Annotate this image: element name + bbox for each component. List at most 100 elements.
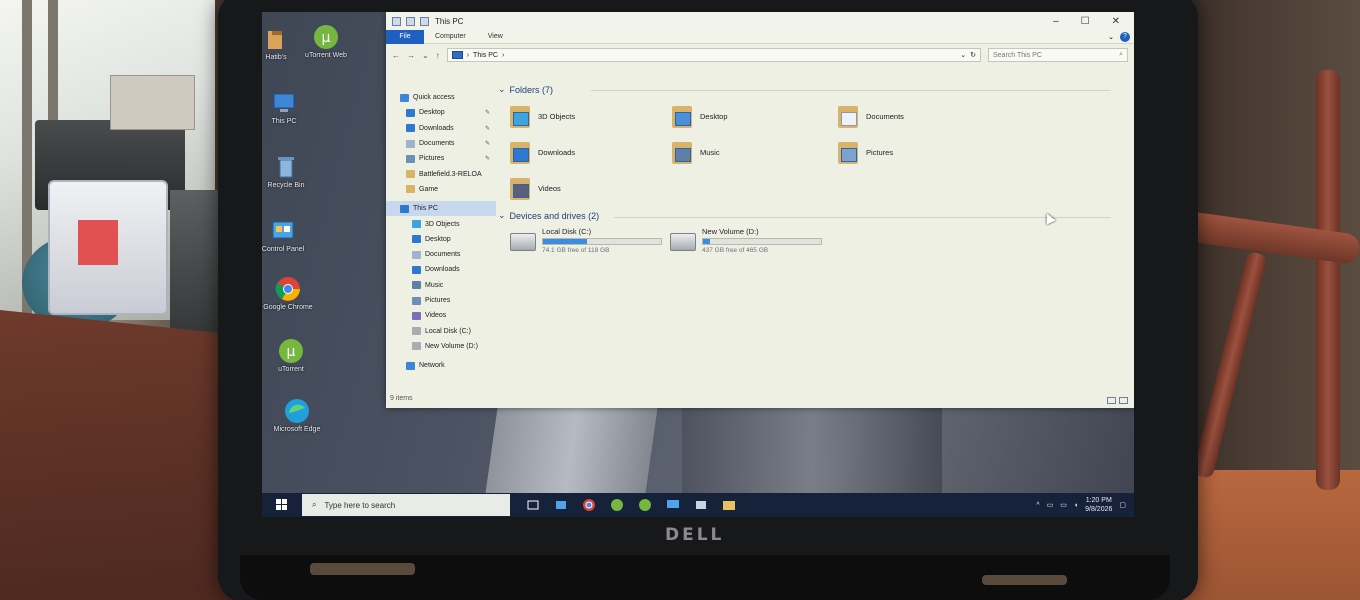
devices-group-header[interactable]: ⌄ Devices and drives (2)	[498, 210, 599, 221]
properties-icon[interactable]	[406, 16, 415, 26]
file-explorer-icon[interactable]	[722, 498, 736, 512]
app-icon[interactable]	[694, 498, 708, 512]
nav-network[interactable]: Network	[386, 358, 496, 373]
desktop-icon-utorrent-web[interactable]: µ uTorrent Web	[296, 24, 356, 60]
search-icon: ⌕	[312, 500, 317, 509]
drive-name: New Volume (D:)	[702, 227, 759, 236]
app-icon[interactable]	[554, 498, 568, 512]
cardboard-box	[110, 75, 195, 130]
nav-label: Local Disk (C:)	[425, 327, 471, 335]
system-tray: ^ ▭ ▭ ◖ 1:20 PM 9/8/2026 ▢	[1036, 496, 1126, 514]
view-switcher	[1107, 397, 1128, 404]
control-panel-icon	[269, 218, 297, 244]
nav-quick-pictures[interactable]: Pictures ✎	[386, 151, 496, 166]
folder-videos[interactable]: Videos	[510, 176, 561, 200]
forward-arrow-icon[interactable]: →	[407, 51, 415, 60]
chevron-down-icon[interactable]: ⌄	[1108, 33, 1114, 41]
details-view-icon[interactable]	[1107, 397, 1116, 404]
new-folder-icon[interactable]	[420, 16, 429, 26]
desktop-icon-edge[interactable]: Microsoft Edge	[272, 398, 322, 434]
folders-group-header[interactable]: ⌄ Folders (7)	[498, 84, 553, 95]
taskbar-search-input[interactable]: ⌕ Type here to search	[302, 494, 510, 516]
task-view-icon[interactable]	[526, 498, 540, 512]
tab-computer[interactable]: Computer	[424, 33, 477, 40]
nav-music[interactable]: Music	[386, 278, 496, 293]
nav-this-pc[interactable]: This PC	[386, 201, 496, 217]
breadcrumb-separator: ›	[501, 51, 505, 59]
search-input[interactable]: Search This PC ⌕	[988, 48, 1128, 62]
nav-downloads[interactable]: Downloads	[386, 262, 496, 277]
nav-quick-desktop[interactable]: Desktop ✎	[386, 105, 496, 120]
folder-music[interactable]: Music	[672, 140, 720, 164]
folder-3d-objects[interactable]: 3D Objects	[510, 104, 575, 128]
nav-new-volume-d[interactable]: New Volume (D:)	[386, 339, 496, 354]
refresh-icon[interactable]: ↻	[970, 51, 976, 59]
chrome-icon[interactable]	[582, 498, 596, 512]
nav-quick-battlefield[interactable]: Battlefield.3-RELOA	[386, 166, 496, 181]
clock-date: 9/8/2026	[1085, 506, 1113, 513]
chrome-icon	[274, 276, 302, 302]
desktop-icon-this-pc[interactable]: This PC	[262, 90, 314, 126]
nav-videos[interactable]: Videos	[386, 308, 496, 323]
maximize-button[interactable]: ☐	[1081, 16, 1090, 27]
drive-d[interactable]: New Volume (D:) 437 GB free of 465 GB	[670, 227, 822, 254]
tab-file[interactable]: File	[386, 29, 424, 44]
folder-documents[interactable]: Documents	[838, 104, 904, 128]
start-button[interactable]	[262, 493, 302, 517]
nav-quick-access[interactable]: Quick access	[386, 90, 496, 105]
chevron-down-icon: ⌄	[498, 210, 506, 220]
notification-icon[interactable]: ▢	[1119, 501, 1126, 509]
nav-3d-objects[interactable]: 3D Objects	[386, 216, 496, 231]
up-arrow-icon[interactable]: ↑	[436, 51, 440, 60]
speaker-icon[interactable]: ◖	[1074, 502, 1078, 509]
network-icon[interactable]: ▭	[1047, 501, 1054, 509]
nav-quick-downloads[interactable]: Downloads ✎	[386, 121, 496, 136]
quick-access-toolbar	[392, 16, 429, 26]
screen: Hatib's µ uTorrent Web This PC Recycle B…	[262, 12, 1134, 517]
nav-local-disk-c[interactable]: Local Disk (C:)	[386, 323, 496, 338]
nav-pictures[interactable]: Pictures	[386, 293, 496, 308]
nav-label: Desktop	[425, 235, 451, 243]
folder-label: Music	[700, 147, 720, 157]
recent-locations-icon[interactable]: ⌄	[422, 51, 429, 60]
clock[interactable]: 1:20 PM 9/8/2026	[1085, 496, 1112, 514]
computer-icon[interactable]	[666, 498, 680, 512]
nav-documents[interactable]: Documents	[386, 247, 496, 262]
pictures-folder-icon	[838, 140, 860, 164]
address-bar[interactable]: › This PC › ⌄ ↻	[446, 48, 981, 62]
minimize-button[interactable]: –	[1053, 16, 1059, 27]
folder-downloads[interactable]: Downloads	[510, 140, 575, 164]
desktop-icon-recycle-bin[interactable]: Recycle Bin	[262, 154, 316, 190]
large-icons-view-icon[interactable]	[1119, 397, 1128, 404]
breadcrumb-this-pc[interactable]: This PC	[473, 52, 498, 59]
nav-label: Network	[419, 362, 445, 370]
drive-c[interactable]: Local Disk (C:) 74.1 GB free of 118 GB	[510, 227, 662, 254]
folder-icon	[406, 185, 415, 194]
cube-folder-icon	[510, 104, 532, 128]
content-pane: ⌄ Folders (7) 3D Objects Desktop Documen…	[496, 66, 1134, 408]
battery-icon[interactable]: ▭	[1060, 501, 1067, 509]
nav-quick-documents[interactable]: Documents ✎	[386, 136, 496, 151]
nav-desktop[interactable]: Desktop	[386, 232, 496, 247]
documents-icon	[412, 250, 421, 259]
drive-free-space: 437 GB free of 465 GB	[702, 247, 769, 254]
navigation-pane: Quick access Desktop ✎ Downloads ✎ Documen…	[386, 66, 496, 408]
chevron-down-icon[interactable]: ⌄	[960, 51, 966, 59]
desktop-icon-chrome[interactable]: Google Chrome	[263, 276, 313, 312]
back-arrow-icon[interactable]: ←	[392, 51, 400, 60]
tab-view[interactable]: View	[477, 33, 514, 40]
utorrent-icon[interactable]	[610, 498, 624, 512]
desktop-icon-control-panel[interactable]: Control Panel	[262, 218, 308, 254]
drive-usage-fill	[543, 239, 587, 244]
windows-drive-icon	[510, 233, 536, 251]
close-button[interactable]: ✕	[1112, 16, 1120, 27]
folder-pictures[interactable]: Pictures	[838, 140, 893, 164]
desktop-icon-utorrent[interactable]: µ uTorrent	[266, 338, 316, 374]
computer-icon	[392, 16, 401, 26]
help-icon[interactable]: ?	[1120, 31, 1130, 42]
utorrent-icon[interactable]	[638, 498, 652, 512]
folder-desktop[interactable]: Desktop	[672, 104, 728, 128]
drive-icon	[412, 327, 421, 336]
chevron-up-icon[interactable]: ^	[1036, 502, 1039, 509]
nav-quick-game[interactable]: Game	[386, 182, 496, 197]
